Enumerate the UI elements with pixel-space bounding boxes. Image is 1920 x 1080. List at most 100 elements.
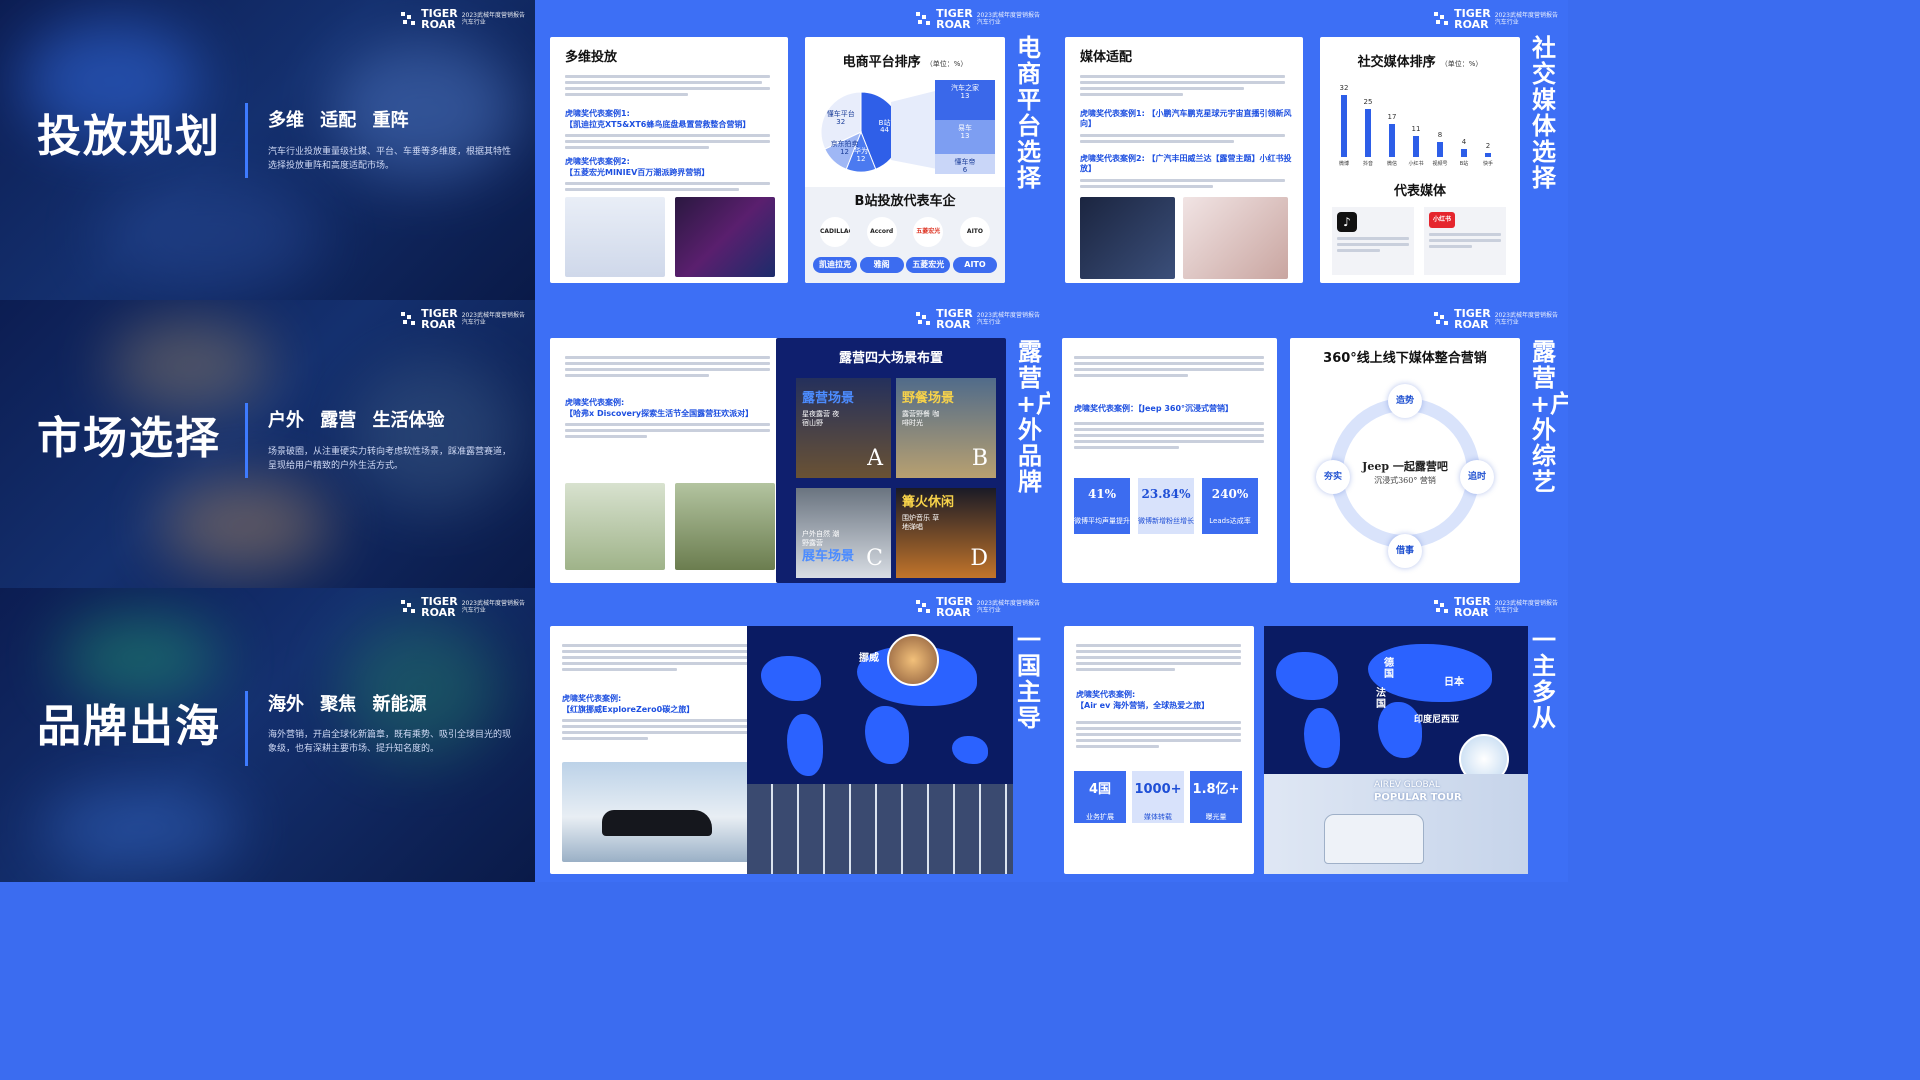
stat-value: 23.84% <box>1141 487 1191 501</box>
card-media-fit: 媒体适配 虎啸奖代表案例1: 【小鹏汽车鹏克星球元宇宙直播引领新风向】 虎啸奖代… <box>1065 37 1303 283</box>
stat-card: 1.8亿+ 曝光量 <box>1190 771 1242 823</box>
brand-industry: 汽车行业 <box>461 319 486 326</box>
tile-multi-market: 虎啸奖代表案例: 【Air ev 海外营销，全球热爱之旅】 4国 业务扩展 1000… <box>1050 588 1568 882</box>
ring-node-bottom: 借事 <box>1388 534 1422 568</box>
brand-mark-icon <box>916 312 932 326</box>
social-bar-name: 微信 <box>1386 161 1397 167</box>
scene-name: 野餐场景 <box>902 391 955 406</box>
country-label: 法国 <box>1376 688 1386 710</box>
body-text <box>565 134 770 149</box>
car-brand-logo: AITO <box>959 217 990 247</box>
body-text <box>1080 179 1285 188</box>
brand-subtitle: 2023武械年度营销报告 <box>1494 311 1558 319</box>
card-title: 多维投放 <box>565 50 618 65</box>
vertical-title: 露营+户外品牌 <box>1016 338 1050 496</box>
scene-name: 展车场景 <box>802 549 855 564</box>
brand-logo: TIGER ROAR 2023武械年度营销报告 汽车行业 <box>401 596 525 618</box>
case-image <box>565 197 665 277</box>
brand-name-bottom: ROAR <box>936 18 971 31</box>
social-bar <box>1365 108 1371 157</box>
divider <box>245 691 248 766</box>
brand-mark-icon <box>401 312 417 326</box>
tile-camping-brand: 虎啸奖代表案例: 【哈弗x Discovery探索生活节全国露营狂欢派对】 露营… <box>535 300 1050 588</box>
body-text <box>1424 233 1506 248</box>
social-bar-labels: 微博 抖音 微信 小红书 视频号 B站 快手 <box>1335 162 1505 172</box>
brand-logo: TIGER ROAR 2023武械年度营销报告 汽车行业 <box>916 308 1040 330</box>
brand-mark-icon <box>916 600 932 614</box>
brand-mark-icon <box>401 12 417 26</box>
scene-title: 露营四大场景布置 <box>838 351 943 366</box>
social-bar-value: 11 <box>1411 124 1421 133</box>
car-brand-list: CADILLAC 凯迪拉克 Accord 雅阁 五菱宏光 五菱宏光 AITO AITO <box>813 217 997 273</box>
stat-card: 23.84% 微博新增粉丝增长 <box>1138 478 1194 534</box>
social-bar-name: 小红书 <box>1408 161 1424 167</box>
social-bar-value: 17 <box>1387 113 1397 122</box>
car-brand-button[interactable]: AITO <box>952 257 997 273</box>
case-1-name: 【凯迪拉克XT5&XT6蜂鸟底盘悬置营救整合营销】 <box>565 120 751 129</box>
social-bar-name: 抖音 <box>1362 161 1373 167</box>
scene-card: 篝火休闲 围炉音乐 草地弹唱 D <box>896 488 996 578</box>
douyin-icon: ♪ <box>1337 212 1357 232</box>
scene-sub: 露营野餐 咖啡时光 <box>902 410 940 428</box>
bg-glow <box>350 360 520 510</box>
social-bar-name: 微博 <box>1338 161 1349 167</box>
ring-node-right: 追时 <box>1460 460 1494 494</box>
rep-media-douyin: ♪ 抖音 <box>1332 207 1414 275</box>
car-brand: AITO AITO <box>952 217 997 273</box>
card-social-ranking: 社交媒体排序 （单位：%） 32 25 17 11 8 4 2 微博 抖音 微信 小红书 视频号 B站… <box>1320 37 1520 283</box>
brand-logo: TIGER ROAR 2023武械年度营销报告 汽车行业 <box>401 308 525 330</box>
tile-social-media: 媒体适配 虎啸奖代表案例1: 【小鹏汽车鹏克星球元宇宙直播引领新风向】 虎啸奖代… <box>1050 0 1568 300</box>
country-label: 挪威 <box>859 653 879 664</box>
body-text <box>1076 644 1241 671</box>
case-label: 虎啸奖代表案例: <box>1076 690 1136 699</box>
car-brand-button[interactable]: 五菱宏光 <box>906 257 951 273</box>
scene-name: 露营场景 <box>802 391 855 406</box>
brand-subtitle: 2023武械年度营销报告 <box>461 599 525 607</box>
continent <box>952 736 988 764</box>
section-title: 投放规划 <box>37 111 221 162</box>
car-brand-button[interactable]: 雅阁 <box>859 257 904 273</box>
body-text <box>562 644 754 671</box>
stat-value: 4国 <box>1088 782 1112 797</box>
rep-media-title: 代表媒体 <box>1393 184 1446 199</box>
xiaohongshu-icon: 小红书 <box>1429 212 1455 228</box>
stat-card: 4国 业务扩展 <box>1074 771 1126 823</box>
continent <box>761 656 821 701</box>
breakout-segment: 懂车帝 6 <box>935 154 995 174</box>
body-text <box>565 182 770 191</box>
case-2-label: 虎啸奖代表案例2: <box>565 157 630 166</box>
ring-title: 360°线上线下媒体整合营销 <box>1323 351 1487 366</box>
brand-subtitle: 2023武械年度营销报告 <box>461 311 525 319</box>
case-name: 【红旗挪威ExploreZero0碳之旅】 <box>562 705 695 714</box>
social-bar <box>1461 149 1467 157</box>
brand-industry: 汽车行业 <box>976 319 1001 326</box>
case-image <box>1080 197 1175 279</box>
stat-card: 1000+ 媒体转载 <box>1132 771 1184 823</box>
media-collage <box>747 784 1013 874</box>
body-text <box>1074 356 1264 377</box>
scene-sub: 星夜露营 夜宿山野 <box>802 410 840 428</box>
section-description: 海外营销，开启全球化新篇章，既有乘势、吸引全球目光的现象级，也有深耕主要市场、提… <box>268 730 512 755</box>
brand-logo: TIGER ROAR 2023武械年度营销报告 汽车行业 <box>916 8 1040 30</box>
brand-logo: TIGER ROAR 2023武械年度营销报告 汽车行业 <box>401 8 525 30</box>
scene-card: 野餐场景 露营野餐 咖啡时光 B <box>896 378 996 478</box>
continent <box>1304 708 1340 768</box>
brand-industry: 汽车行业 <box>461 607 486 614</box>
brand-subtitle: 2023武械年度营销报告 <box>976 11 1040 19</box>
bg-glow <box>40 788 240 868</box>
case-label: 虎啸奖代表案例: <box>565 398 625 407</box>
social-bar <box>1485 153 1491 157</box>
case-image <box>675 197 775 277</box>
tile-ecommerce: 多维投放 虎啸奖代表案例1: 【凯迪拉克XT5&XT6蜂鸟底盘悬置营救整合营销】… <box>535 0 1050 300</box>
section-keywords: 海外 聚焦 新能源 <box>268 694 427 715</box>
social-bar-value: 8 <box>1437 130 1443 139</box>
car-shape <box>1324 814 1424 864</box>
brand-industry: 汽车行业 <box>976 19 1001 26</box>
car-brand-logo: Accord <box>866 217 897 247</box>
body-text <box>1332 237 1414 252</box>
tour-title-1: AIREV GLOBAL <box>1374 780 1440 790</box>
section-title: 品牌出海 <box>37 701 221 752</box>
ring-node-top: 造势 <box>1388 384 1422 418</box>
car-brand-button[interactable]: 凯迪拉克 <box>813 257 857 273</box>
stat-value: 1000+ <box>1134 782 1182 797</box>
